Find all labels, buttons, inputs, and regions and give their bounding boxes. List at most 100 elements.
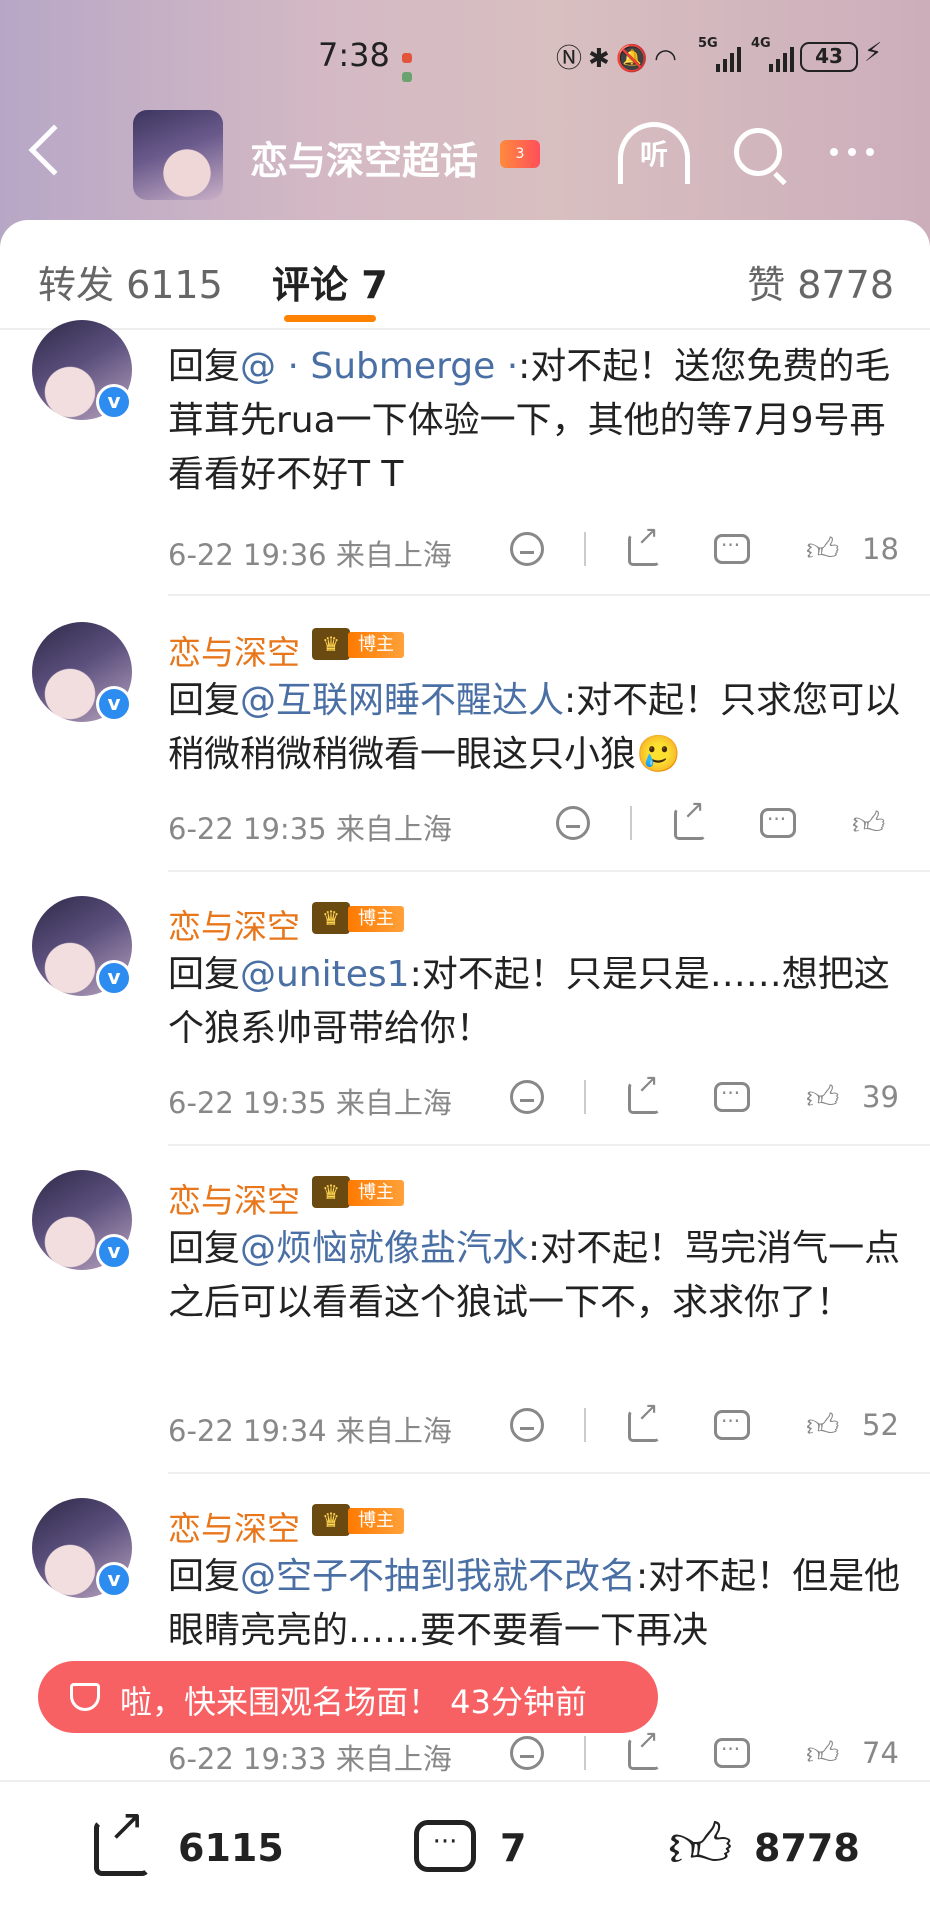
dislike-face-icon[interactable]	[510, 532, 544, 566]
divider	[584, 1080, 586, 1114]
comment-author[interactable]: 恋与深空	[168, 1502, 300, 1550]
like-icon[interactable]: 👍︎	[806, 1736, 840, 1770]
verified-icon: v	[96, 384, 132, 420]
share-icon[interactable]	[628, 1069, 660, 1114]
verified-icon: v	[96, 1562, 132, 1598]
share-icon[interactable]	[628, 521, 660, 566]
comment-text: 回复@烦恼就像盐汽水:对不起！骂完消气一点之后可以看看这个狼试一下不，求求你了！	[168, 1228, 901, 1323]
mention-link[interactable]: @unites1	[240, 954, 410, 995]
comment-icon[interactable]	[760, 807, 796, 838]
level-badge: 3	[500, 140, 540, 168]
comment-time: 6-22 19:33 来自上海	[168, 1742, 452, 1776]
comment-divider	[168, 870, 930, 872]
status-bar: 7:38 Ⓝ✱🔕◠ 5G 4G 43 ⚡	[0, 30, 930, 82]
comment-time: 6-22 19:36 来自上海	[168, 538, 452, 572]
comment-meta: 6-22 19:36 来自上海 👍︎ 18	[168, 521, 908, 572]
crown-icon: ♛	[312, 628, 350, 660]
dislike-face-icon[interactable]	[510, 1080, 544, 1114]
tab-like[interactable]: 赞 8778	[747, 254, 894, 309]
status-time: 7:38	[318, 36, 390, 74]
crown-icon: ♛	[312, 1176, 350, 1208]
more-icon[interactable]	[830, 148, 874, 156]
verified-icon: v	[96, 1234, 132, 1270]
comment-meta: 6-22 19:34 来自上海 👍︎ 52	[168, 1397, 908, 1448]
comment-divider	[168, 1472, 930, 1474]
hot-toast[interactable]: 啦，快来围观名场面！ 43分钟前	[38, 1661, 658, 1733]
charging-icon: ⚡	[864, 38, 883, 68]
dislike-face-icon[interactable]	[510, 1408, 544, 1442]
like-count: 18	[862, 532, 899, 566]
crown-icon: ♛	[312, 1504, 350, 1536]
share-arrow-icon: ↗	[108, 1800, 145, 1851]
comment-author[interactable]: 恋与深空	[168, 626, 300, 674]
network-4g-label: 4G	[751, 36, 771, 51]
divider	[630, 806, 632, 840]
share-icon[interactable]	[628, 1725, 660, 1770]
dislike-face-icon[interactable]	[556, 806, 590, 840]
thumbs-up-icon: 👍︎	[668, 1809, 733, 1882]
bottom-action-bar: ↗ 6115 ··· 7 👍︎ 8778	[0, 1780, 930, 1920]
comment-time: 6-22 19:34 来自上海	[168, 1414, 452, 1448]
nfc-bluetooth-mute-wifi-icons: Ⓝ✱🔕◠	[556, 44, 683, 74]
like-button[interactable]: 👍︎ 8778	[668, 1812, 868, 1882]
comment-icon[interactable]	[714, 533, 750, 564]
blogger-badge: ♛ 博主	[312, 902, 404, 934]
diamond-icon	[70, 1683, 100, 1711]
like-count: 74	[862, 1736, 899, 1770]
mention-link[interactable]: @ · Submerge ·	[240, 346, 518, 387]
active-tab-indicator	[284, 315, 376, 322]
comment-time: 6-22 19:35 来自上海	[168, 1086, 452, 1120]
tab-bar: 转发 6115 评论 7 赞 8778	[0, 220, 930, 330]
signal-bars-icon	[716, 46, 741, 72]
comment-author[interactable]: 恋与深空	[168, 900, 300, 948]
notification-icons	[402, 48, 462, 82]
divider	[584, 532, 586, 566]
comment-count: 7	[500, 1826, 527, 1870]
comment-meta: 6-22 19:35 来自上海 👍︎	[168, 795, 908, 846]
comment-time: 6-22 19:35 来自上海	[168, 812, 452, 846]
comment-text: 回复@unites1:对不起！只是只是……想把这个狼系帅哥带给你！	[168, 954, 890, 1049]
comment-text: 回复@空子不抽到我就不改名:对不起！但是他眼睛亮亮的……要不要看一下再决	[168, 1556, 901, 1651]
search-icon[interactable]	[734, 128, 782, 176]
network-5g-label: 5G	[698, 36, 718, 51]
divider	[584, 1408, 586, 1442]
like-count: 39	[862, 1080, 899, 1114]
crown-icon: ♛	[312, 902, 350, 934]
mention-link[interactable]: @互联网睡不醒达人	[240, 680, 564, 721]
comment-icon[interactable]	[714, 1737, 750, 1768]
toast-text: 啦，快来围观名场面！ 43分钟前	[120, 1683, 587, 1721]
mention-link[interactable]: @烦恼就像盐汽水	[240, 1228, 528, 1269]
like-count: 8778	[754, 1826, 860, 1870]
forward-button[interactable]: ↗ 6115	[94, 1800, 284, 1882]
verified-icon: v	[96, 686, 132, 722]
mention-link[interactable]: @空子不抽到我就不改名	[240, 1556, 636, 1597]
blogger-badge: ♛ 博主	[312, 628, 404, 660]
battery-icon: 43	[800, 42, 858, 72]
like-icon[interactable]: 👍︎	[806, 1080, 840, 1114]
comment-icon[interactable]	[714, 1409, 750, 1440]
like-icon[interactable]: 👍︎	[806, 532, 840, 566]
comment-author[interactable]: 恋与深空	[168, 1174, 300, 1222]
divider	[584, 1736, 586, 1770]
tab-forward[interactable]: 转发 6115	[38, 254, 223, 309]
supertopic-avatar[interactable]	[133, 110, 223, 200]
comment-text: 回复@ · Submerge ·:对不起！送您免费的毛茸茸先rua一下体验一下，…	[168, 346, 891, 495]
back-icon[interactable]	[28, 124, 80, 176]
dislike-face-icon[interactable]	[510, 1736, 544, 1770]
top-header: 恋与深空超话 3 听	[0, 110, 930, 200]
like-icon[interactable]: 👍︎	[806, 1408, 840, 1442]
like-icon[interactable]: 👍︎	[852, 806, 886, 840]
like-count: 52	[862, 1408, 899, 1442]
comment-meta: 6-22 19:35 来自上海 👍︎ 39	[168, 1069, 908, 1120]
blogger-badge: ♛ 博主	[312, 1176, 404, 1208]
tab-comment[interactable]: 评论 7	[272, 254, 388, 309]
listen-headphone-icon[interactable]: 听	[618, 122, 690, 184]
comment-divider	[168, 1144, 930, 1146]
page-title[interactable]: 恋与深空超话	[250, 130, 478, 185]
comment-icon[interactable]	[714, 1081, 750, 1112]
comment-button[interactable]: ··· 7	[414, 1812, 534, 1882]
share-icon[interactable]	[628, 1397, 660, 1442]
verified-icon: v	[96, 960, 132, 996]
share-icon[interactable]	[674, 795, 706, 840]
blogger-badge: ♛ 博主	[312, 1504, 404, 1536]
